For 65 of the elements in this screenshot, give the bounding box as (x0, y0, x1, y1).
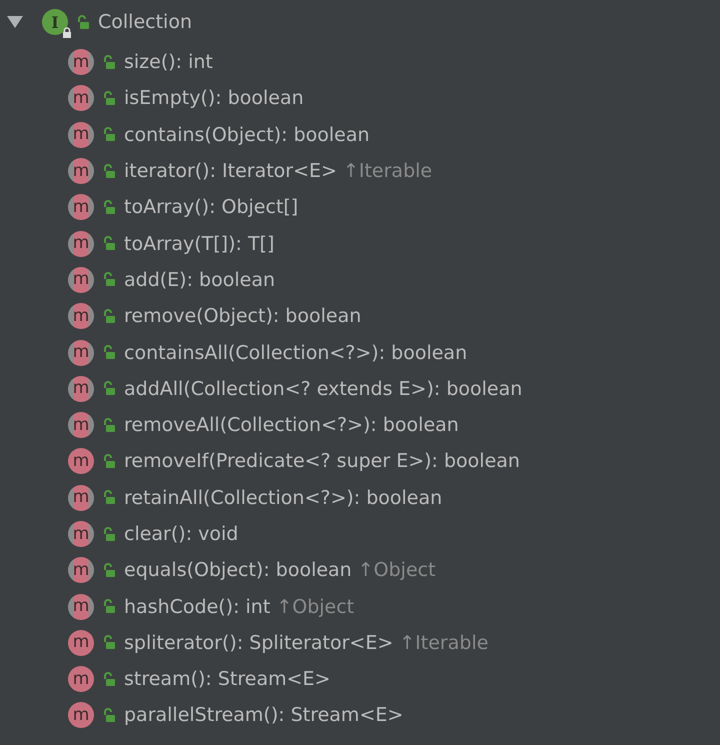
method-icon: m (68, 630, 94, 656)
method-icon: m (68, 702, 94, 728)
unlocked-padlock-icon (76, 14, 90, 30)
method-icon: m (68, 448, 94, 474)
method-signature[interactable]: spliterator(): Spliterator<E> (124, 632, 394, 654)
method-signature[interactable]: removeAll(Collection<?>): boolean (124, 414, 459, 436)
abstract-method-icon: m (68, 376, 94, 402)
abstract-method-icon: m (68, 412, 94, 438)
method-signature[interactable]: parallelStream(): Stream<E> (124, 704, 404, 726)
abstract-method-icon: m (68, 122, 94, 148)
unlocked-padlock-icon (102, 562, 116, 578)
method-signature[interactable]: toArray(): Object[] (124, 196, 298, 218)
unlocked-padlock-icon (102, 635, 116, 650)
unlocked-padlock-icon (102, 164, 116, 179)
inherited-from-label: ↑Iterable (342, 160, 432, 182)
abstract-method-icon: m (68, 521, 94, 547)
abstract-method-icon: m (68, 557, 94, 584)
abstract-method-icon: m (68, 158, 94, 184)
unlocked-padlock-icon (102, 599, 116, 614)
unlocked-padlock-icon (102, 308, 116, 324)
unlocked-padlock-icon (102, 490, 116, 506)
unlocked-padlock-icon (102, 418, 116, 433)
abstract-method-icon: m (68, 484, 94, 511)
method-signature[interactable]: iterator(): Iterator<E> (124, 160, 337, 182)
unlocked-padlock-icon (102, 127, 116, 142)
unlocked-padlock-icon (102, 708, 116, 723)
inherited-from-label: ↑Object (276, 596, 354, 618)
abstract-method-icon: m (68, 194, 94, 220)
abstract-method-icon: m (68, 303, 94, 330)
method-signature[interactable]: retainAll(Collection<?>): boolean (124, 486, 442, 509)
abstract-method-icon: m (68, 49, 94, 76)
interface-name[interactable]: Collection (98, 11, 192, 33)
method-signature[interactable]: clear(): void (124, 523, 238, 545)
abstract-method-icon: m (68, 85, 94, 112)
unlocked-padlock-icon (102, 526, 116, 542)
method-signature[interactable]: addAll(Collection<? extends E>): boolean (124, 378, 522, 400)
expanded-arrow-icon[interactable] (6, 15, 24, 29)
unlocked-padlock-icon (102, 90, 116, 106)
abstract-method-icon: m (68, 266, 94, 293)
method-signature[interactable]: toArray(T[]): T[] (124, 232, 274, 255)
inherited-from-label: ↑Object (358, 559, 436, 582)
abstract-method-icon: m (68, 230, 94, 257)
method-signature[interactable]: size(): int (124, 51, 213, 74)
unlocked-padlock-icon (102, 200, 116, 215)
method-signature[interactable]: add(E): boolean (124, 268, 275, 291)
method-signature[interactable]: isEmpty(): boolean (124, 87, 304, 110)
unlocked-padlock-icon (102, 54, 116, 70)
method-signature[interactable]: hashCode(): int (124, 596, 270, 618)
method-signature[interactable]: containsAll(Collection<?>): boolean (124, 342, 468, 364)
unlocked-padlock-icon (102, 345, 116, 360)
unlocked-padlock-icon (102, 454, 116, 469)
interface-icon: I (42, 9, 68, 35)
unlocked-padlock-icon (102, 672, 116, 687)
method-signature[interactable]: removeIf(Predicate<? super E>): boolean (124, 450, 520, 472)
inherited-from-label: ↑Iterable (399, 632, 488, 654)
unlocked-padlock-icon (102, 381, 116, 396)
abstract-method-icon: m (68, 594, 94, 620)
method-icon: m (68, 666, 94, 692)
unlocked-padlock-icon (102, 272, 116, 288)
unlocked-padlock-icon (102, 236, 116, 252)
method-signature[interactable]: stream(): Stream<E> (124, 668, 330, 690)
method-signature[interactable]: remove(Object): boolean (124, 305, 362, 328)
method-signature[interactable]: contains(Object): boolean (124, 124, 370, 146)
abstract-method-icon: m (68, 340, 94, 366)
method-signature[interactable]: equals(Object): boolean (124, 559, 352, 582)
